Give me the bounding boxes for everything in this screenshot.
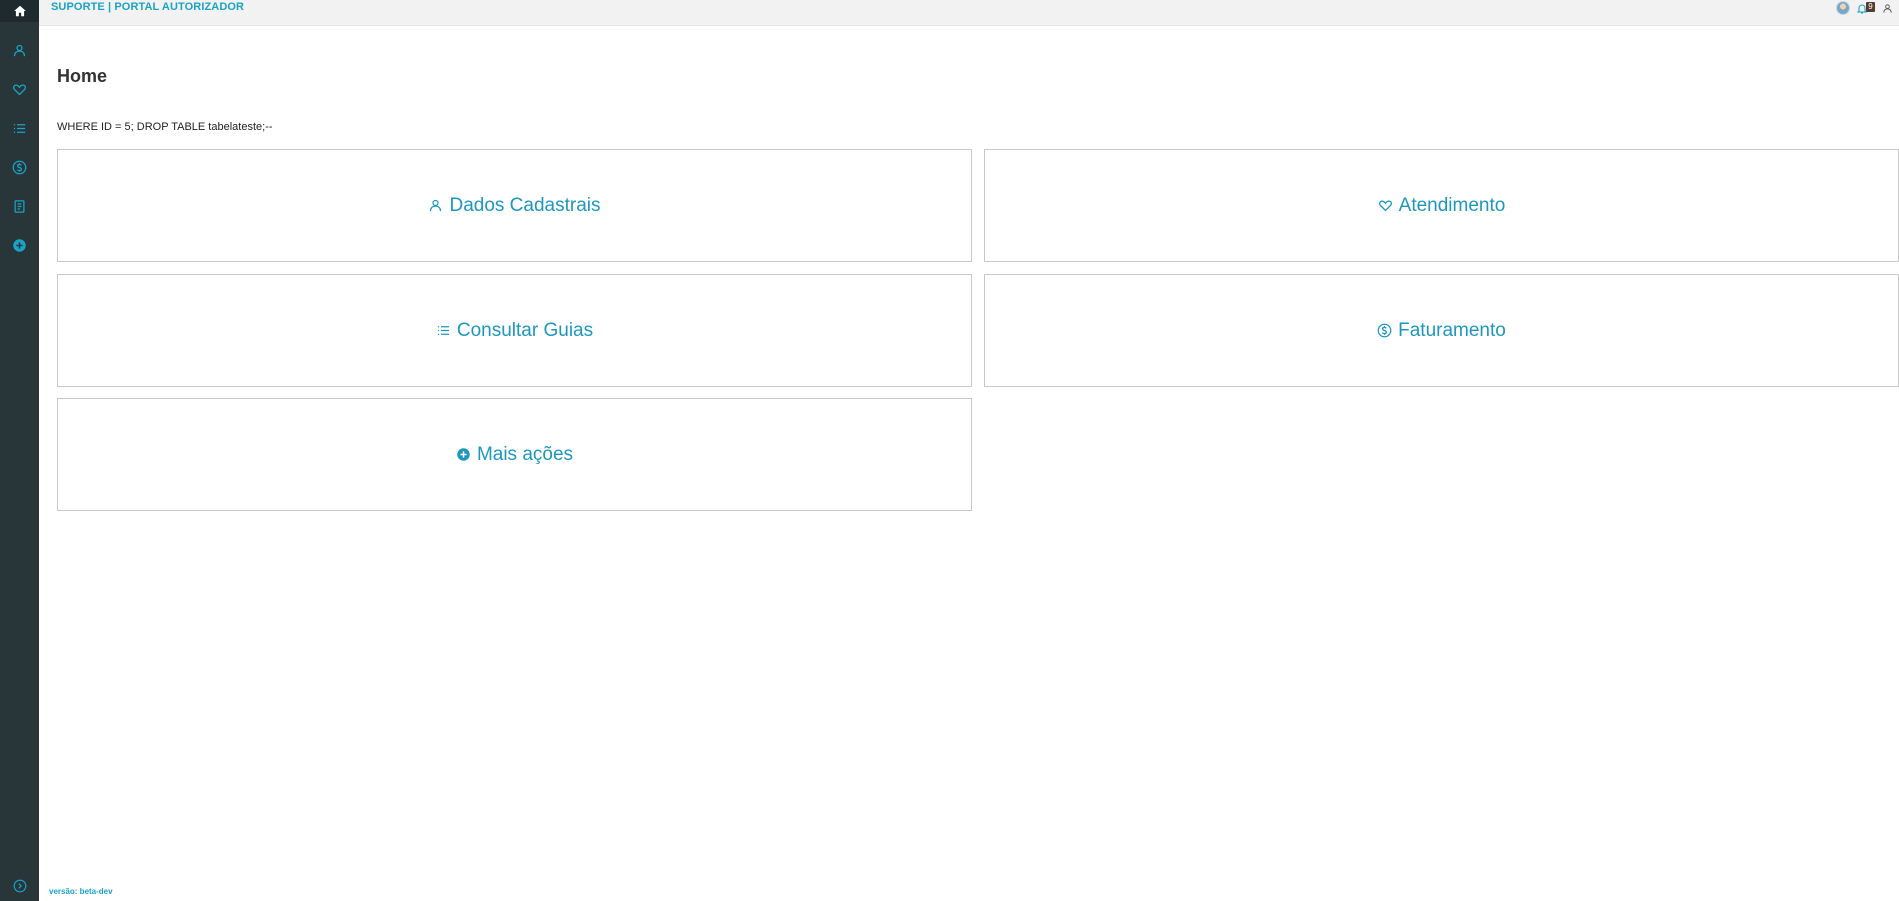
sidebar-item-mais-acoes[interactable] — [0, 230, 39, 260]
sidebar-item-documentos[interactable] — [0, 191, 39, 221]
card-content: Atendimento — [1378, 194, 1506, 217]
chevron-right-circle-icon — [13, 879, 26, 893]
sidebar-item-faturamento[interactable] — [0, 152, 39, 182]
sidebar-item-consultar-guias[interactable] — [0, 113, 39, 143]
card-label: Faturamento — [1398, 319, 1506, 341]
dollar-circle-icon — [1377, 323, 1392, 338]
document-icon — [14, 199, 25, 213]
dollar-circle-icon — [12, 160, 27, 174]
sidebar-item-home[interactable] — [0, 0, 39, 22]
info-text: WHERE ID = 5; DROP TABLE tabelateste;-- — [57, 121, 273, 133]
card-label: Mais ações — [476, 443, 574, 465]
user-icon — [13, 44, 26, 56]
card-label: Dados Cadastrais — [449, 194, 601, 216]
list-icon — [13, 123, 26, 133]
card-dados-cadastrais[interactable]: Dados Cadastrais — [57, 149, 972, 262]
card-content: Faturamento — [1377, 320, 1506, 342]
sidebar — [0, 0, 39, 901]
sidebar-item-atendimento[interactable] — [0, 74, 39, 104]
user-icon — [430, 199, 442, 212]
sidebar-item-dados-cadastrais[interactable] — [0, 35, 39, 65]
app-title: SUPORTE | PORTAL AUTORIZADOR — [51, 1, 245, 13]
card-atendimento[interactable]: Atendimento — [984, 149, 1899, 262]
sidebar-expand-button[interactable] — [0, 876, 39, 896]
heart-icon — [1378, 200, 1392, 212]
page-title: Home — [57, 66, 108, 86]
plus-circle-icon — [457, 448, 470, 461]
plus-circle-icon — [13, 238, 26, 252]
notification-badge: 9 — [1866, 2, 1875, 12]
notifications-button[interactable]: 9 — [1856, 1, 1876, 15]
card-consultar-guias[interactable]: Consultar Guias — [57, 274, 972, 387]
version-label: versão: beta-dev — [49, 887, 113, 896]
home-icon — [13, 5, 26, 17]
card-mais-acoes[interactable]: Mais ações — [57, 398, 972, 511]
card-label: Atendimento — [1398, 194, 1506, 216]
top-bar: SUPORTE | PORTAL AUTORIZADOR 9 — [39, 0, 1899, 26]
card-content: Consultar Guias — [436, 320, 593, 342]
card-faturamento[interactable]: Faturamento — [984, 274, 1899, 387]
avatar[interactable] — [1836, 1, 1850, 15]
list-icon — [437, 326, 449, 335]
top-icons: 9 — [1836, 0, 1893, 16]
card-label: Consultar Guias — [456, 319, 594, 341]
user-menu-icon[interactable] — [1882, 3, 1893, 14]
heart-icon — [13, 83, 26, 95]
card-content: Dados Cadastrais — [428, 194, 601, 217]
card-content: Mais ações — [456, 444, 573, 466]
